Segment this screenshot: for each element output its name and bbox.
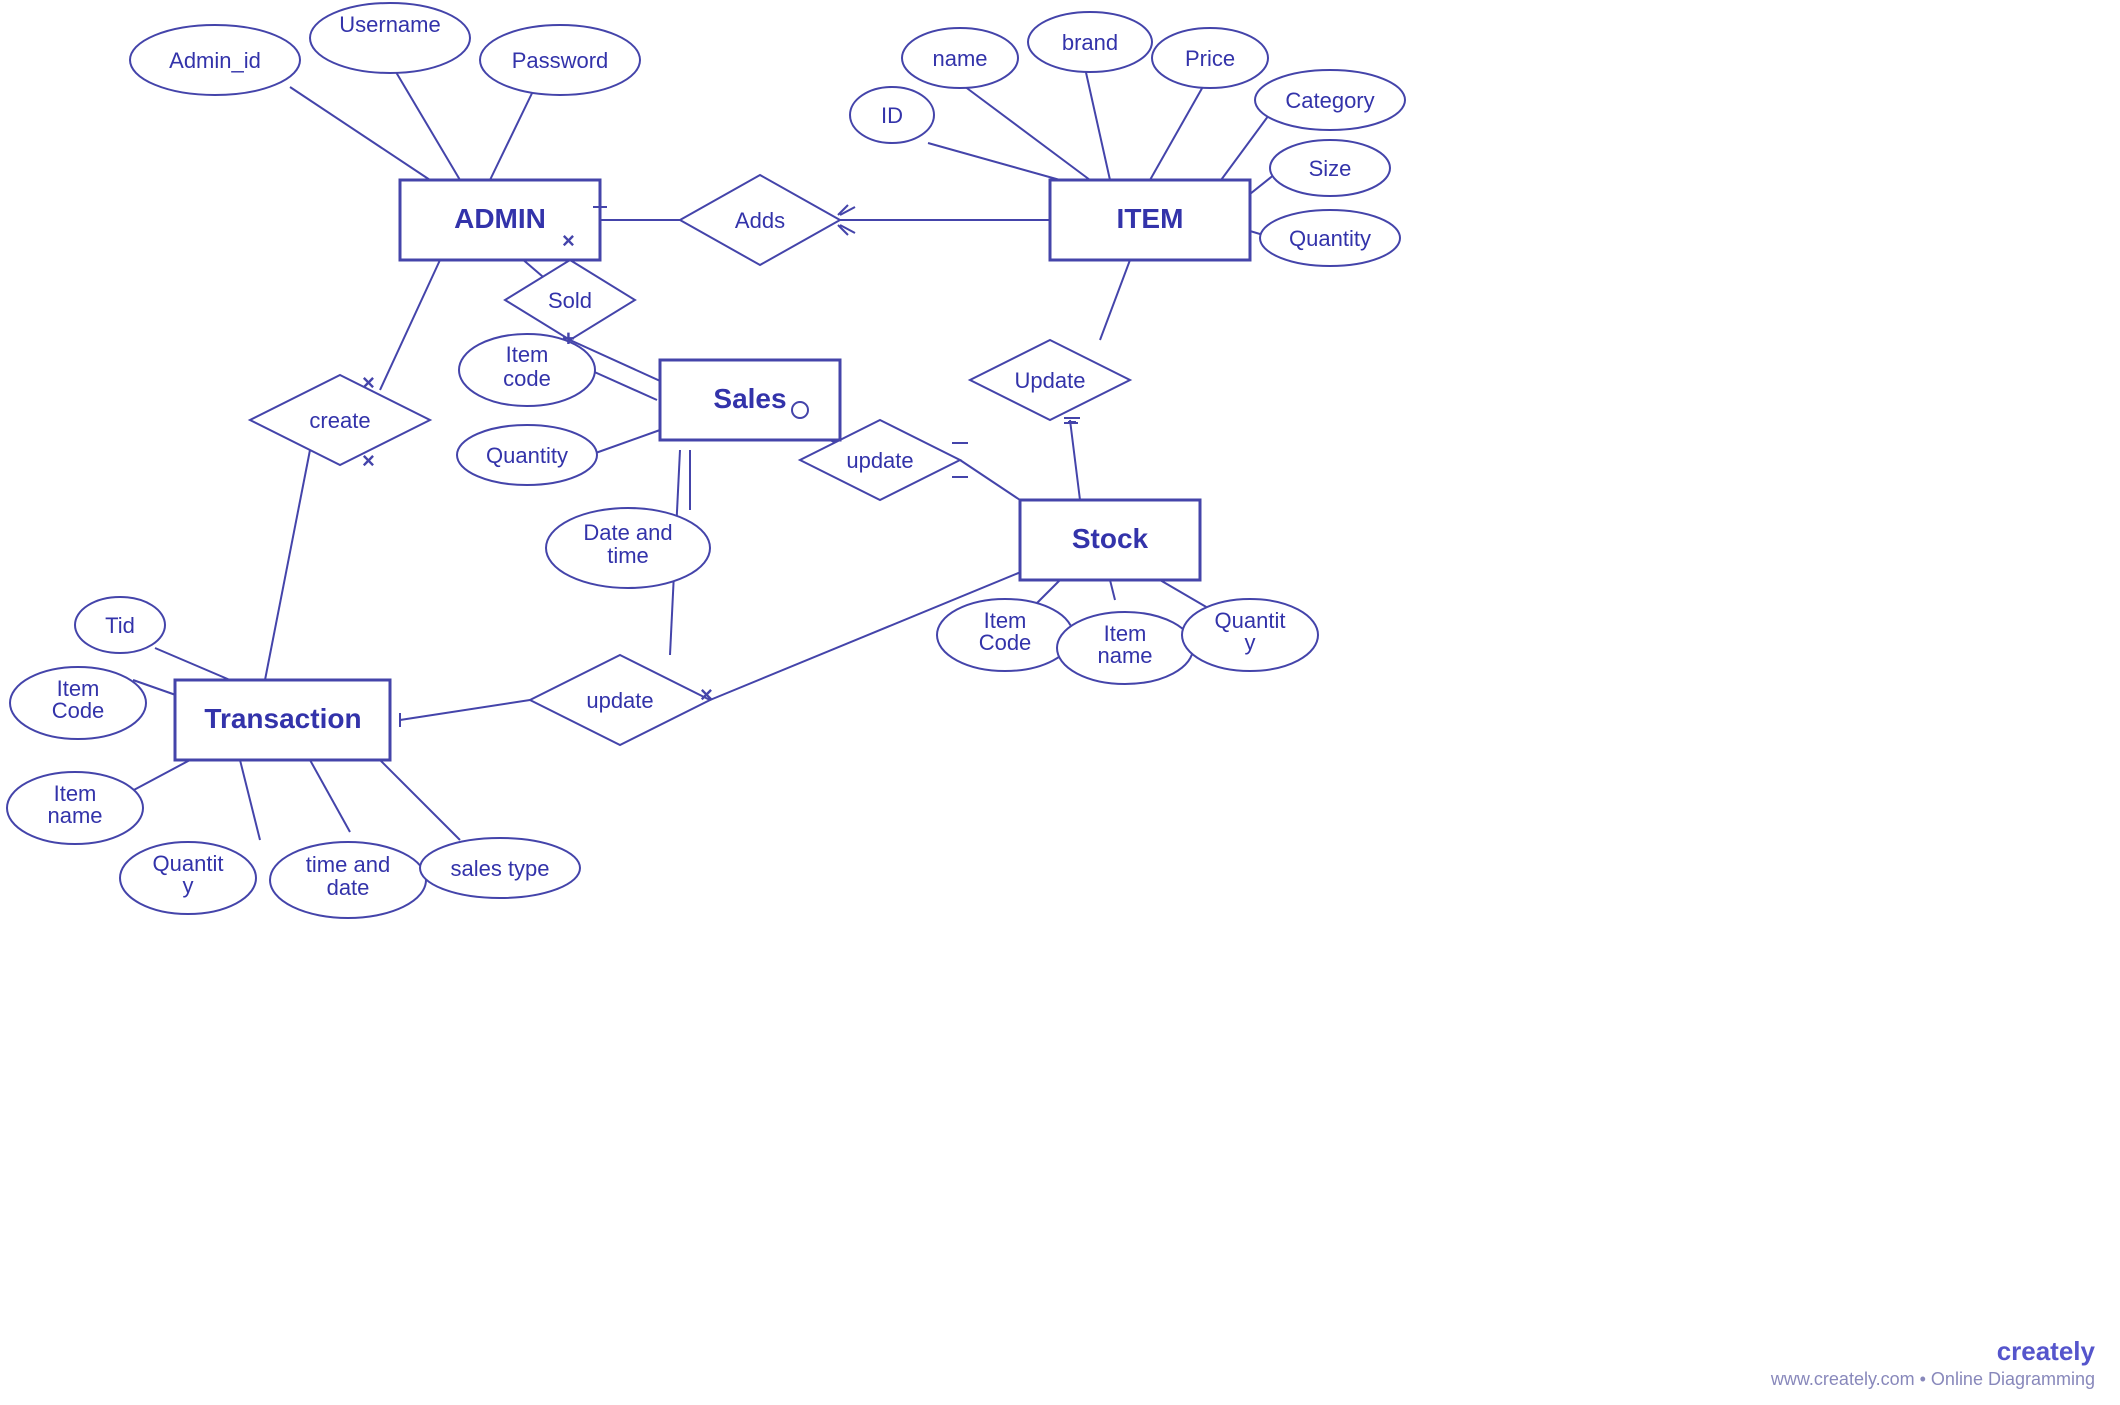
attr-item-code-sales-label: Item xyxy=(506,342,549,367)
update-label: Update xyxy=(1015,368,1086,393)
attr-datetime-sales-label2: time xyxy=(607,543,649,568)
attr-quantity-trans-label2: y xyxy=(183,873,194,898)
watermark: creately xyxy=(1997,1336,2096,1366)
attr-item-code-stock-label2: Code xyxy=(979,630,1032,655)
attr-admin-id-label: Admin_id xyxy=(169,48,261,73)
svg-text:×: × xyxy=(562,228,575,253)
attr-password-label: Password xyxy=(512,48,609,73)
adds-label: Adds xyxy=(735,208,785,233)
svg-text:×: × xyxy=(362,370,375,395)
attr-size-label: Size xyxy=(1309,156,1352,181)
attr-datetime-sales-label: Date and xyxy=(583,520,672,545)
sales-label: Sales xyxy=(713,383,786,414)
attr-sales-type-trans-label: sales type xyxy=(450,856,549,881)
attr-item-name-trans-label2: name xyxy=(47,803,102,828)
transaction-label: Transaction xyxy=(204,703,361,734)
svg-text:×: × xyxy=(362,448,375,473)
sold-label: Sold xyxy=(548,288,592,313)
create-label: create xyxy=(309,408,370,433)
attr-username-label: Username xyxy=(339,12,440,37)
attr-id-label: ID xyxy=(881,103,903,128)
stock-label: Stock xyxy=(1072,523,1149,554)
attr-quantity-item-label: Quantity xyxy=(1289,226,1371,251)
attr-quantity-sales-label: Quantity xyxy=(486,443,568,468)
svg-text:×: × xyxy=(700,682,713,707)
attr-quantity-stock-label2: y xyxy=(1245,630,1256,655)
attr-timedate-trans-label: time and xyxy=(306,852,390,877)
svg-text:+: + xyxy=(562,326,575,351)
attr-timedate-trans-label2: date xyxy=(327,875,370,900)
attr-tid-label: Tid xyxy=(105,613,135,638)
attr-item-code-sales-label2: code xyxy=(503,366,551,391)
update3-label: update xyxy=(586,688,653,713)
attr-item-name-stock-label2: name xyxy=(1097,643,1152,668)
attr-item-code-trans-label2: Code xyxy=(52,698,105,723)
item-label: ITEM xyxy=(1117,203,1184,234)
admin-label: ADMIN xyxy=(454,203,546,234)
attr-brand-label: brand xyxy=(1062,30,1118,55)
attr-category-label: Category xyxy=(1285,88,1374,113)
attr-name-label: name xyxy=(932,46,987,71)
watermark-sub: www.creately.com • Online Diagramming xyxy=(1770,1369,2095,1389)
update2-label: update xyxy=(846,448,913,473)
attr-price-label: Price xyxy=(1185,46,1235,71)
